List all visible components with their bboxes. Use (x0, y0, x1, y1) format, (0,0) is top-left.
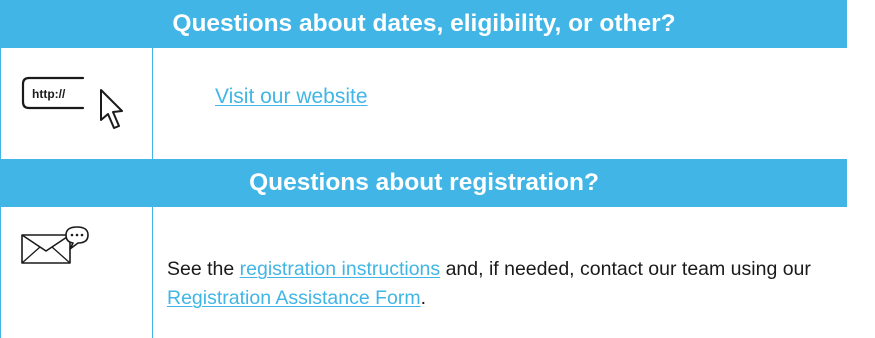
text-contact-team: and, if needed, contact our team using o… (440, 258, 811, 280)
registration-help-text: See the registration instructions and, i… (167, 255, 847, 313)
text-see-the: See the (167, 258, 240, 280)
web-url-cursor-icon: http:// (21, 76, 123, 129)
general-questions-heading: Questions about dates, eligibility, or o… (1, 0, 847, 48)
registration-assistance-form-link[interactable]: Registration Assistance Form (167, 287, 421, 309)
envelope-chat-icon (21, 226, 89, 264)
registration-questions-heading: Questions about registration? (1, 159, 847, 207)
website-icon-cell: http:// (1, 48, 152, 159)
website-row: http:// Visit our website (1, 48, 847, 159)
visit-website-link[interactable]: Visit our website (215, 85, 368, 109)
url-icon-text: http:// (32, 87, 66, 101)
website-row-divider (152, 48, 153, 159)
registration-icon-cell (1, 207, 152, 338)
text-period: . (420, 287, 427, 309)
contact-info-table: Questions about dates, eligibility, or o… (0, 0, 847, 338)
registration-row-divider (152, 207, 153, 338)
registration-instructions-link[interactable]: registration instructions (240, 258, 441, 280)
registration-row: See the registration instructions and, i… (1, 207, 847, 338)
